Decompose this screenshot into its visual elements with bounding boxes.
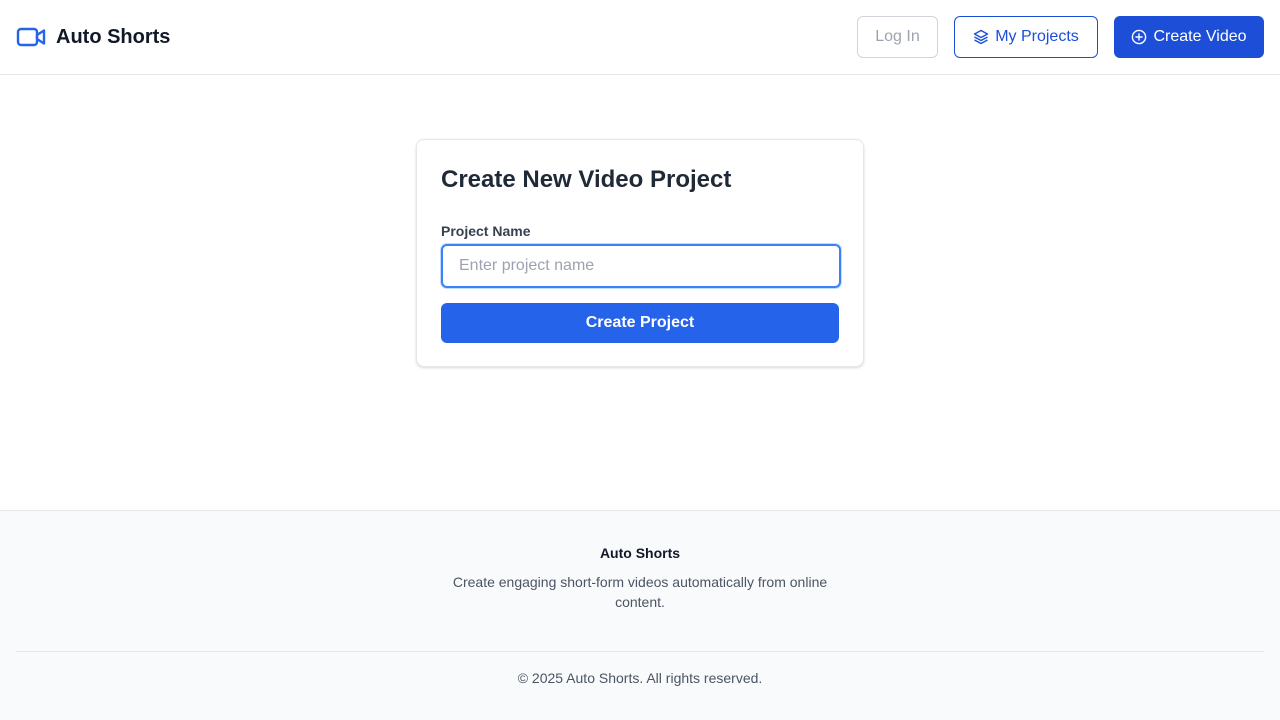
brand-name: Auto Shorts [56,25,171,48]
project-name-input[interactable] [441,244,841,288]
login-button-label: Log In [875,28,920,45]
create-project-button[interactable]: Create Project [441,303,839,343]
login-button[interactable]: Log In [857,16,938,58]
video-camera-icon [16,27,46,47]
create-video-button-label: Create Video [1153,28,1247,45]
footer: Auto Shorts Create engaging short-form v… [0,510,1280,720]
create-project-card: Create New Video Project Project Name Cr… [416,139,864,367]
plus-circle-icon [1132,29,1147,45]
card-title: Create New Video Project [441,166,732,193]
layers-icon [974,29,989,45]
my-projects-button-label: My Projects [995,28,1079,45]
my-projects-button[interactable]: My Projects [954,16,1098,58]
brand[interactable]: Auto Shorts [16,0,170,74]
top-nav-bar: Auto Shorts Log In My Projects Create Vi… [0,0,1280,75]
project-name-label: Project Name [441,223,531,239]
footer-description: Create engaging short-form videos automa… [452,574,828,610]
nav-actions: Log In My Projects Create Video [857,16,1264,58]
footer-brand: Auto Shorts [599,545,681,561]
create-video-button[interactable]: Create Video [1114,16,1264,58]
footer-copyright: © 2025 Auto Shorts. All rights reserved. [517,670,763,686]
footer-divider [16,651,1264,652]
